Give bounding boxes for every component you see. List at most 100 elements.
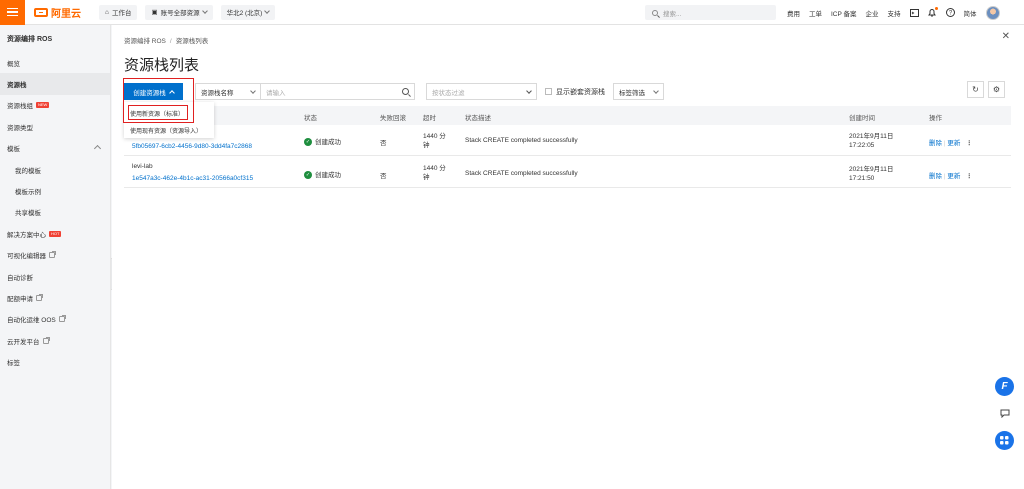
- hot-badge: HOT: [49, 230, 62, 237]
- sidebar-item-my-templates[interactable]: 我的模板: [0, 159, 110, 180]
- column-timeout: 超时: [423, 115, 436, 122]
- show-nested-checkbox[interactable]: [545, 88, 552, 95]
- breadcrumb-ros[interactable]: 资源编排 ROS: [124, 38, 166, 45]
- created-cell: 2021年9月11日 17:22:05: [849, 132, 893, 150]
- sidebar-item-cloud-dev[interactable]: 云开发平台: [0, 330, 110, 351]
- stack-search-input[interactable]: 请输入: [261, 83, 415, 100]
- sidebar-item-solutions[interactable]: 解决方案中心 HOT: [0, 223, 110, 244]
- sidebar-item-label: 资源类型: [7, 124, 33, 132]
- home-icon: ⌂: [105, 8, 109, 16]
- created-time: 17:21:50: [849, 175, 875, 182]
- column-rollback: 失败回滚: [380, 115, 406, 122]
- close-icon[interactable]: ✕: [1002, 31, 1010, 42]
- action-divider: |: [943, 173, 946, 180]
- top-link-icp[interactable]: ICP 备案: [831, 8, 857, 18]
- stack-name[interactable]: levi-lab: [132, 163, 153, 170]
- external-link-icon: [42, 336, 50, 344]
- sidebar-item-label: 标签: [7, 360, 20, 368]
- tag-filter-button[interactable]: 标签筛选: [613, 83, 664, 100]
- sidebar-item-shared-templates[interactable]: 共享模板: [0, 202, 110, 223]
- terminal-icon[interactable]: [909, 8, 919, 17]
- chevron-down-icon: [653, 87, 659, 94]
- table-header: 状态 失败回滚 超时 状态描述 创建时间 操作: [124, 106, 1011, 125]
- top-link-support[interactable]: 支持: [888, 8, 901, 18]
- sidebar-item-label: 解决方案中心: [7, 231, 46, 239]
- feedback-button[interactable]: [995, 404, 1014, 423]
- top-link-billing[interactable]: 费用: [787, 8, 800, 18]
- actions-cell: 删除 | 更新 ⋮: [929, 137, 973, 147]
- stack-id-link[interactable]: 1e547a3c-462e-4b1c-ac31-20566a0cf315: [132, 175, 253, 182]
- update-link[interactable]: 更新: [947, 173, 960, 180]
- sidebar-item-templates[interactable]: 模板: [0, 138, 110, 159]
- apps-button[interactable]: [995, 431, 1014, 450]
- help-icon[interactable]: ?: [945, 8, 955, 17]
- sidebar-item-oos[interactable]: 自动化运维 OOS: [0, 309, 110, 330]
- stack-id-link[interactable]: 5fb05697-6cb2-4456-9d80-3dd4fa7c2868: [132, 143, 252, 150]
- sidebar-item-label: 自动诊断: [7, 274, 33, 282]
- search-icon[interactable]: [402, 88, 409, 95]
- sidebar-item-stack-groups[interactable]: 资源栈组 NEW: [0, 95, 110, 116]
- sidebar-item-auto-diagnosis[interactable]: 自动诊断: [0, 266, 110, 287]
- rollback-cell: 否: [380, 173, 387, 180]
- sidebar-item-overview[interactable]: 概览: [0, 52, 110, 73]
- sidebar-item-visual-editor[interactable]: 可视化编辑器: [0, 245, 110, 266]
- menu-icon[interactable]: [0, 0, 25, 25]
- more-icon[interactable]: ⋮: [966, 173, 973, 180]
- check-circle-icon: ✓: [304, 138, 312, 147]
- sidebar-item-label: 资源栈组: [7, 103, 33, 111]
- breadcrumb: 资源编排 ROS / 资源栈列表: [124, 35, 208, 45]
- bell-icon[interactable]: [928, 7, 938, 17]
- filter-field-label: 资源栈名称: [201, 89, 234, 97]
- search-icon: [652, 9, 658, 16]
- timeout-unit: 钟: [423, 174, 430, 181]
- top-link-tickets[interactable]: 工单: [809, 8, 822, 18]
- sidebar-item-label: 模板: [7, 146, 20, 154]
- global-search-input[interactable]: 搜索...: [645, 5, 776, 20]
- check-circle-icon: ✓: [304, 171, 312, 180]
- top-links: 费用 工单 ICP 备案 企业 支持 ? 简体: [787, 0, 1000, 25]
- delete-link[interactable]: 删除: [929, 173, 942, 180]
- sidebar-item-quota[interactable]: 配额申请: [0, 287, 110, 308]
- timeout-unit: 钟: [423, 142, 430, 149]
- more-icon[interactable]: ⋮: [966, 140, 973, 147]
- sidebar-item-tags[interactable]: 标签: [0, 351, 110, 372]
- created-date: 2021年9月11日: [849, 166, 894, 173]
- delete-link[interactable]: 删除: [929, 140, 942, 147]
- avatar[interactable]: [985, 5, 1000, 20]
- top-link-enterprise[interactable]: 企业: [866, 8, 879, 18]
- external-link-icon: [58, 315, 66, 323]
- show-nested-toggle[interactable]: 显示嵌套资源栈: [545, 87, 605, 97]
- sidebar-item-label: 模板示例: [15, 189, 41, 197]
- workbench-button[interactable]: ⌂ 工作台: [99, 4, 138, 20]
- logo-text: 阿里云: [51, 8, 81, 20]
- stack-search-placeholder: 请输入: [266, 89, 286, 97]
- settings-button[interactable]: ⚙: [988, 81, 1005, 98]
- workbench-label: 工作台: [111, 10, 132, 17]
- sidebar-item-resource-types[interactable]: 资源类型: [0, 116, 110, 137]
- refresh-button[interactable]: ↻: [967, 81, 984, 98]
- sidebar: 资源编排 ROS 概览 资源栈 资源栈组 NEW 资源类型 模板 我的模板 模板示…: [0, 25, 111, 489]
- update-link[interactable]: 更新: [947, 140, 960, 147]
- created-cell: 2021年9月11日 17:21:50: [849, 165, 893, 183]
- highlight-box-inner: [128, 105, 188, 120]
- resource-scope-select[interactable]: ▣ 账号全部资源: [145, 4, 213, 20]
- status-text: 创建成功: [315, 172, 341, 179]
- region-select[interactable]: 华北2 (北京): [220, 4, 276, 20]
- filter-field-select[interactable]: 资源栈名称: [195, 83, 261, 100]
- sidebar-item-template-examples[interactable]: 模板示例: [0, 180, 110, 201]
- status-desc-cell: Stack CREATE completed successfully: [465, 137, 578, 144]
- status-desc-cell: Stack CREATE completed successfully: [465, 170, 578, 177]
- show-nested-label: 显示嵌套资源栈: [556, 88, 605, 96]
- language-select[interactable]: 简体: [964, 8, 977, 18]
- dropdown-option-existing-resources[interactable]: 使用现有资源（资源导入）: [130, 126, 202, 135]
- sidebar-item-stacks[interactable]: 资源栈: [0, 73, 110, 95]
- timeout-value: 1440 分: [423, 165, 446, 172]
- action-divider: |: [943, 140, 946, 147]
- aliyun-logo[interactable]: 阿里云: [34, 5, 81, 20]
- column-status: 状态: [304, 115, 317, 122]
- assistant-button[interactable]: F: [995, 377, 1014, 396]
- breadcrumb-separator: /: [169, 38, 172, 45]
- rollback-cell: 否: [380, 140, 387, 147]
- status-filter-select[interactable]: 按状态过滤: [426, 83, 537, 100]
- sidebar-item-label: 可视化编辑器: [7, 253, 46, 261]
